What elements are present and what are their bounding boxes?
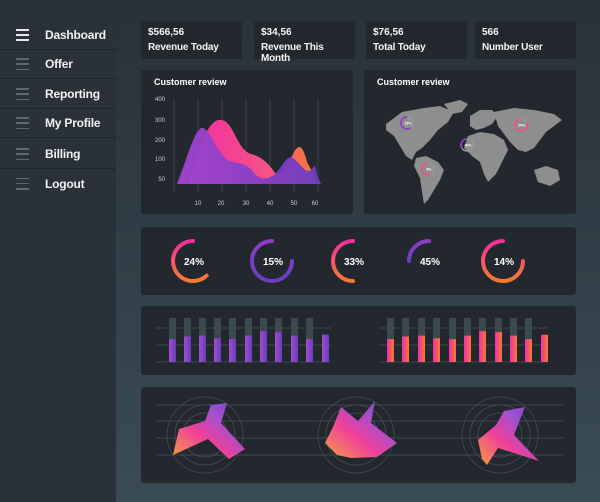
marker-label: 40%	[464, 144, 472, 148]
bar	[402, 336, 409, 362]
area-chart: 400 300 200 100 50 10 20 30 40 50 60	[155, 97, 321, 207]
bar	[541, 334, 548, 362]
bar	[418, 335, 425, 362]
bar	[260, 331, 267, 362]
menu-icon	[16, 117, 29, 129]
bar	[495, 332, 502, 362]
sidebar-item-billing[interactable]: Billing	[0, 140, 116, 169]
bar	[275, 332, 282, 362]
bar	[510, 335, 517, 362]
donut-row: 24% 15% 33% 45% 14%	[171, 239, 525, 283]
x-tick-label: 50	[291, 201, 298, 207]
donut-label: 33%	[344, 257, 364, 268]
bar	[449, 339, 456, 362]
bar	[479, 331, 486, 362]
donut-gauge: 24%	[171, 239, 209, 283]
stat-card-number-user: 566 Number User	[475, 21, 576, 59]
menu-icon	[16, 88, 29, 100]
map-card: Customer review 18% 6% 40% 34%	[364, 70, 576, 214]
percent-donut-card: 24% 15% 33% 45% 14%	[141, 227, 576, 295]
x-tick-label: 30	[243, 201, 250, 207]
sidebar-item-label: Billing	[45, 147, 81, 161]
donut-label: 14%	[494, 257, 514, 268]
y-tick-label: 300	[155, 118, 166, 124]
y-tick-label: 200	[155, 138, 166, 144]
north-america-shape	[386, 106, 454, 160]
x-tick-label: 40	[267, 201, 274, 207]
bar	[184, 336, 191, 362]
bar	[169, 339, 176, 362]
sidebar-item-label: Offer	[45, 57, 73, 71]
bar-charts	[156, 318, 548, 363]
sidebar-item-label: Logout	[45, 176, 85, 191]
stat-card-revenue-today: $566,56 Revenue Today	[141, 21, 242, 59]
sidebar-item-label: Dashboard	[45, 28, 106, 42]
sidebar-item-offer[interactable]: Offer	[0, 50, 116, 79]
y-tick-label: 100	[155, 157, 166, 163]
donut-label: 24%	[184, 257, 204, 268]
stat-value: 566	[482, 27, 499, 38]
sidebar-item-dashboard[interactable]: Dashboard	[0, 21, 116, 50]
bar	[322, 334, 329, 362]
x-tick-label: 60	[312, 201, 319, 207]
stat-card-revenue-month: $34,56 Revenue This Month	[254, 21, 355, 64]
europe-shape	[470, 110, 498, 130]
marker-label: 18%	[404, 122, 412, 126]
marker-label: 6%	[426, 168, 432, 172]
stat-card-total-today: $76,56 Total Today	[366, 21, 467, 59]
donut-gauge: 33%	[331, 239, 364, 283]
bar	[199, 335, 206, 362]
bar	[245, 335, 252, 362]
menu-icon	[16, 58, 29, 70]
sidebar-item-label: Reporting	[45, 87, 100, 101]
bar	[214, 338, 221, 362]
x-tick-label: 20	[218, 201, 225, 207]
donut-gauge: 14%	[481, 239, 525, 283]
radar-chart-card	[141, 387, 576, 483]
australia-shape	[534, 166, 560, 186]
x-tick-label: 10	[195, 201, 202, 207]
stat-label: Revenue This Month	[261, 42, 324, 64]
stat-label: Revenue Today	[148, 42, 219, 53]
bar	[433, 338, 440, 362]
radar-shape	[325, 401, 397, 458]
stat-value: $566,56	[148, 27, 185, 38]
bar	[464, 335, 471, 362]
radar-charts	[156, 396, 563, 474]
sidebar-item-my-profile[interactable]: My Profile	[0, 109, 116, 138]
bar-chart-card	[141, 306, 576, 375]
sidebar-item-label: My Profile	[45, 116, 101, 130]
bar	[525, 339, 532, 362]
radar-shape	[173, 403, 245, 459]
stat-value: $34,56	[261, 27, 292, 38]
sidebar: Dashboard Offer Reporting My Profile Bil…	[0, 0, 116, 502]
customer-review-chart-card: Customer review 400 300 200 100 50 10 20…	[141, 70, 353, 214]
stat-value: $76,56	[373, 27, 404, 38]
y-tick-label: 50	[158, 177, 165, 183]
world-map: 18% 6% 40% 34%	[386, 100, 562, 204]
menu-icon	[16, 148, 29, 160]
marker-label: 34%	[518, 124, 526, 128]
donut-gauge: 45%	[407, 239, 440, 268]
bar	[306, 339, 313, 362]
donut-label: 15%	[263, 257, 283, 268]
stat-label: Total Today	[373, 42, 426, 53]
y-tick-label: 400	[155, 97, 166, 103]
donut-gauge: 15%	[250, 239, 294, 283]
bar	[229, 339, 236, 362]
stat-label: Number User	[482, 42, 543, 53]
sidebar-item-reporting[interactable]: Reporting	[0, 80, 116, 109]
donut-label: 45%	[420, 257, 440, 268]
menu-icon	[16, 177, 29, 190]
menu-icon	[16, 29, 29, 41]
sidebar-item-logout[interactable]: Logout	[0, 169, 116, 198]
bar	[387, 339, 394, 362]
bar	[291, 335, 298, 362]
